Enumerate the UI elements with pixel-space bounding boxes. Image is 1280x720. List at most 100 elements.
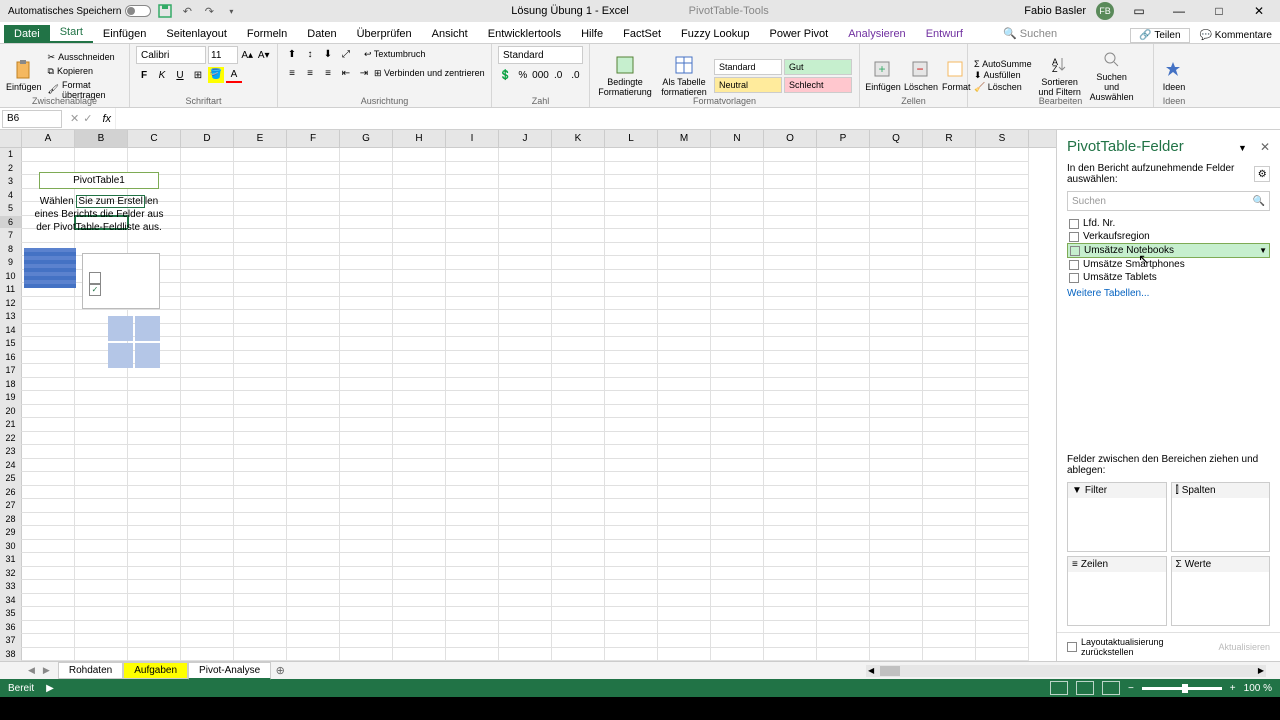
col-header[interactable]: H xyxy=(393,130,446,147)
taskpane-close-icon[interactable]: ✕ xyxy=(1260,140,1270,154)
align-left-icon[interactable]: ≡ xyxy=(284,65,300,81)
tab-start[interactable]: Start xyxy=(50,23,93,43)
align-bottom-icon[interactable]: ⬇ xyxy=(320,46,336,62)
row-header[interactable]: 19 xyxy=(0,391,22,405)
col-header[interactable]: N xyxy=(711,130,764,147)
maximize-icon[interactable]: □ xyxy=(1204,1,1234,21)
add-sheet-button[interactable]: ⊕ xyxy=(271,664,289,677)
name-box[interactable] xyxy=(2,110,62,128)
row-header[interactable]: 23 xyxy=(0,445,22,459)
undo-icon[interactable]: ↶ xyxy=(179,3,195,19)
cell-style-standard[interactable]: Standard xyxy=(714,59,782,75)
tab-devtools[interactable]: Entwicklertools xyxy=(478,25,571,43)
col-header[interactable]: O xyxy=(764,130,817,147)
tab-review[interactable]: Überprüfen xyxy=(347,25,422,43)
col-header[interactable]: P xyxy=(817,130,870,147)
tab-insert[interactable]: Einfügen xyxy=(93,25,156,43)
field-umsaetze-notebooks[interactable]: Umsätze Notebooks▼ xyxy=(1067,243,1270,258)
font-name-input[interactable] xyxy=(136,46,206,64)
autosum-button[interactable]: Σ AutoSumme xyxy=(974,59,1032,69)
field-umsaetze-tablets[interactable]: Umsätze Tablets xyxy=(1067,271,1270,284)
tab-file[interactable]: Datei xyxy=(4,25,50,43)
col-header[interactable]: A xyxy=(22,130,75,147)
percent-icon[interactable]: % xyxy=(515,67,530,83)
clear-button[interactable]: 🧹 Löschen xyxy=(974,82,1032,93)
row-header[interactable]: 1 xyxy=(0,148,22,162)
row-header[interactable]: 30 xyxy=(0,540,22,554)
underline-button[interactable]: U xyxy=(172,67,188,83)
area-columns[interactable]: ⫿ Spalten xyxy=(1171,482,1271,552)
row-header[interactable]: 7 xyxy=(0,229,22,243)
row-header[interactable]: 29 xyxy=(0,526,22,540)
formula-input[interactable] xyxy=(115,108,1280,129)
sheet-tab-rohdaten[interactable]: Rohdaten xyxy=(58,662,123,679)
row-header[interactable]: 38 xyxy=(0,648,22,662)
field-lfdnr[interactable]: Lfd. Nr. xyxy=(1067,217,1270,230)
col-header[interactable]: J xyxy=(499,130,552,147)
bold-button[interactable]: F xyxy=(136,67,152,83)
col-header[interactable]: I xyxy=(446,130,499,147)
horizontal-scrollbar[interactable]: ◀ ▶ xyxy=(866,665,1266,677)
fill-color-button[interactable]: 🪣 xyxy=(208,67,224,83)
row-header[interactable]: 10 xyxy=(0,270,22,284)
tab-search[interactable]: 🔍 Suchen xyxy=(993,24,1067,43)
minimize-icon[interactable]: ― xyxy=(1164,1,1194,21)
col-header[interactable]: S xyxy=(976,130,1029,147)
sheet-tab-pivot-analyse[interactable]: Pivot-Analyse xyxy=(188,662,271,680)
row-header[interactable]: 15 xyxy=(0,337,22,351)
zoom-out-icon[interactable]: − xyxy=(1128,683,1134,694)
align-top-icon[interactable]: ⬆ xyxy=(284,46,300,62)
copy-button[interactable]: ⧉ Kopieren xyxy=(46,65,123,78)
fill-button[interactable]: ⬇ Ausfüllen xyxy=(974,70,1032,81)
row-header[interactable]: 11 xyxy=(0,283,22,297)
gear-icon[interactable]: ⚙ xyxy=(1254,166,1270,182)
tab-formulas[interactable]: Formeln xyxy=(237,25,297,43)
field-dropdown-icon[interactable]: ▼ xyxy=(1259,246,1267,255)
row-header[interactable]: 2 xyxy=(0,162,22,176)
cell-style-schlecht[interactable]: Schlecht xyxy=(784,77,852,93)
dec-decimal-icon[interactable]: .0 xyxy=(568,67,583,83)
comments-button[interactable]: 💬 Kommentare xyxy=(1200,30,1272,41)
close-icon[interactable]: ✕ xyxy=(1244,1,1274,21)
taskpane-dropdown-icon[interactable]: ▼ xyxy=(1238,143,1247,153)
row-header[interactable]: 17 xyxy=(0,364,22,378)
more-tables-link[interactable]: Weitere Tabellen... xyxy=(1057,284,1280,303)
align-center-icon[interactable]: ≡ xyxy=(302,65,318,81)
view-pagelayout-icon[interactable] xyxy=(1076,681,1094,695)
field-search-input[interactable]: Suchen 🔍 xyxy=(1067,191,1270,211)
col-header[interactable]: K xyxy=(552,130,605,147)
save-icon[interactable] xyxy=(157,3,173,19)
increase-font-icon[interactable]: A▴ xyxy=(240,47,255,63)
row-header[interactable]: 6 xyxy=(0,216,22,230)
qat-dropdown-icon[interactable]: ▾ xyxy=(223,3,239,19)
tab-design[interactable]: Entwurf xyxy=(916,25,973,43)
tab-powerpivot[interactable]: Power Pivot xyxy=(760,25,839,43)
row-header[interactable]: 32 xyxy=(0,567,22,581)
avatar[interactable]: FB xyxy=(1096,2,1114,20)
tab-factset[interactable]: FactSet xyxy=(613,25,671,43)
row-header[interactable]: 4 xyxy=(0,189,22,203)
indent-inc-icon[interactable]: ⇥ xyxy=(356,65,372,81)
field-umsaetze-smartphones[interactable]: Umsätze Smartphones xyxy=(1067,258,1270,271)
view-pagebreak-icon[interactable] xyxy=(1102,681,1120,695)
col-header[interactable]: R xyxy=(923,130,976,147)
number-format-input[interactable] xyxy=(498,46,583,64)
col-header[interactable]: M xyxy=(658,130,711,147)
merge-button[interactable]: ⊞ Verbinden und zentrieren xyxy=(374,68,485,79)
share-button[interactable]: 🔗 Teilen xyxy=(1130,28,1189,43)
row-header[interactable]: 20 xyxy=(0,405,22,419)
row-header[interactable]: 16 xyxy=(0,351,22,365)
sheet-nav-next-icon[interactable]: ▶ xyxy=(43,665,50,676)
col-header[interactable]: D xyxy=(181,130,234,147)
enter-formula-icon[interactable]: ✓ xyxy=(83,112,92,125)
row-header[interactable]: 24 xyxy=(0,459,22,473)
row-header[interactable]: 18 xyxy=(0,378,22,392)
border-button[interactable]: ⊞ xyxy=(190,67,206,83)
tab-data[interactable]: Daten xyxy=(297,25,346,43)
orientation-icon[interactable]: ⤢ xyxy=(338,46,354,62)
cancel-formula-icon[interactable]: ✕ xyxy=(70,112,79,125)
row-header[interactable]: 21 xyxy=(0,418,22,432)
col-header[interactable]: F xyxy=(287,130,340,147)
currency-icon[interactable]: 💲 xyxy=(498,67,513,83)
col-header[interactable]: B xyxy=(75,130,128,147)
